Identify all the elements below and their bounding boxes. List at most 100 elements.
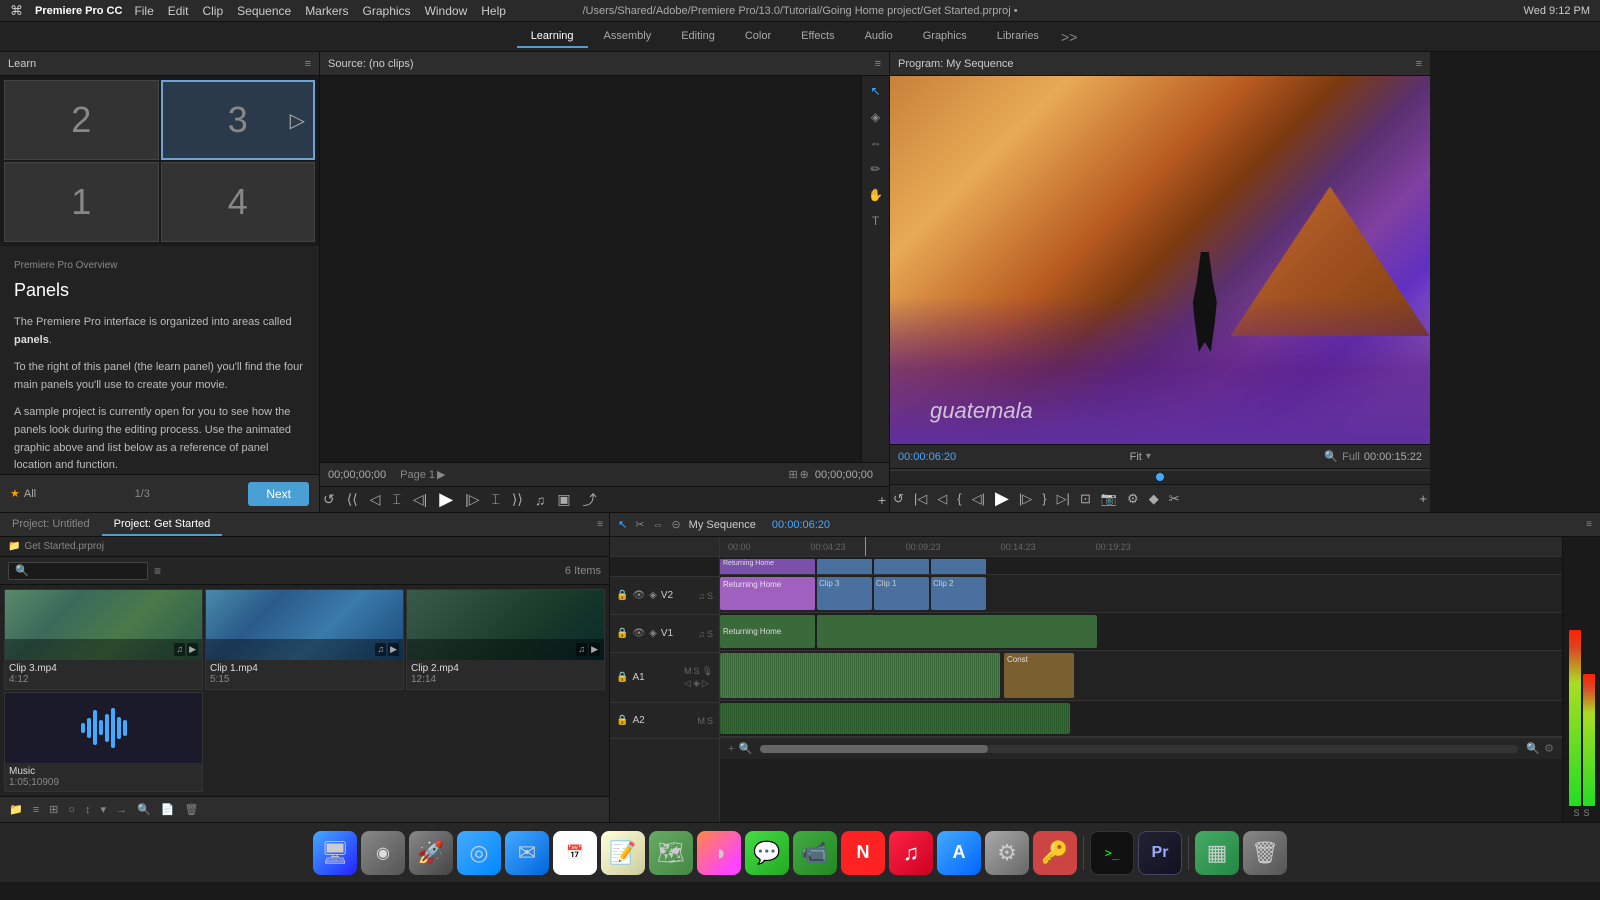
prog-play-btn[interactable]: ▶ (992, 488, 1012, 509)
dock-messages[interactable]: 💬 (745, 831, 789, 875)
dock-safari[interactable]: ◎ (457, 831, 501, 875)
a2-solo-icon[interactable]: S (707, 716, 713, 726)
source-tool-razor[interactable]: ◈ (865, 106, 887, 128)
v1-sync-icon[interactable]: ◈ (649, 628, 657, 639)
tl-foot-settings[interactable]: ⚙ (1544, 742, 1554, 755)
tl-razor-icon[interactable]: ✂ (635, 518, 644, 531)
v2-snap-returning[interactable]: Returning Home (720, 559, 815, 575)
v1-solo-icon[interactable]: S (707, 629, 713, 639)
project-item-clip3[interactable]: ♫ ▶ Clip 3.mp4 4:12 (4, 589, 203, 690)
prog-export-frame-btn[interactable]: 📷 (1098, 491, 1120, 507)
tl-foot-zoom-out[interactable]: 🔍 (738, 742, 752, 755)
tab-editing[interactable]: Editing (667, 26, 729, 48)
v2-snap-clip2[interactable] (931, 559, 986, 575)
prog-prev-edit-btn[interactable]: |◁ (911, 491, 930, 507)
audio-clip-a1-main[interactable] (720, 653, 1000, 698)
prog-add-btn[interactable]: + (1416, 491, 1430, 506)
source-tool-select[interactable]: ↖ (865, 80, 887, 102)
menu-markers[interactable]: Markers (305, 4, 348, 18)
src-btn-step-back[interactable]: ◁ (367, 491, 384, 508)
prog-mark-in-btn[interactable]: { (954, 491, 964, 506)
proj-list-view-btn[interactable]: ≡ (30, 804, 42, 816)
source-tool-pen[interactable]: ✏ (865, 158, 887, 180)
prog-step-fwd-btn[interactable]: |▷ (1016, 491, 1035, 507)
play-icon[interactable]: ▷ (290, 108, 305, 133)
source-settings-icon[interactable]: ⊕ (800, 468, 809, 481)
source-menu-icon[interactable]: ≡ (875, 58, 881, 70)
dock-terminal[interactable]: >_ (1090, 831, 1134, 875)
apple-logo-icon[interactable]: ⌘ (10, 3, 23, 19)
v1-eye-icon[interactable]: 👁 (632, 628, 645, 639)
v2-mute-icon[interactable]: ♫ (698, 591, 705, 601)
dock-appstore[interactable]: A (937, 831, 981, 875)
prog-mark-out-btn[interactable]: } (1039, 491, 1049, 506)
clip-v1-main[interactable] (817, 615, 1097, 648)
src-btn-mark-out[interactable]: ⌶ (489, 491, 503, 508)
prog-next-edit-btn[interactable]: ▷| (1054, 491, 1073, 507)
clip-v2-clip3[interactable]: Clip 3 (817, 577, 872, 610)
tab-graphics[interactable]: Graphics (909, 26, 981, 48)
all-link[interactable]: ★ All (10, 487, 36, 500)
tab-project-get-started[interactable]: Project: Get Started (102, 513, 223, 536)
prog-settings-btn[interactable]: ⚙ (1124, 491, 1142, 507)
project-panel-menu-icon[interactable]: ≡ (597, 519, 609, 530)
tl-foot-zoom-in[interactable]: 🔍 (1526, 742, 1540, 755)
tutorial-thumb-3[interactable]: 3 ▷ (161, 80, 316, 160)
program-zoom-icon[interactable]: 🔍 (1324, 450, 1338, 463)
proj-new-item-btn[interactable]: 📄 (158, 803, 178, 816)
menu-sequence[interactable]: Sequence (237, 4, 291, 18)
menu-clip[interactable]: Clip (202, 4, 223, 18)
project-item-clip1[interactable]: ♫ ▶ Clip 1.mp4 5:15 (205, 589, 404, 690)
prog-step-back2-btn[interactable]: ◁| (969, 491, 988, 507)
dock-sysprefs[interactable]: ⚙ (985, 831, 1029, 875)
program-fit-dropdown[interactable]: Fit ▾ (1130, 451, 1151, 463)
dock-launchpad[interactable]: 🚀 (409, 831, 453, 875)
project-item-clip2[interactable]: ♫ ▶ Clip 2.mp4 12:14 (406, 589, 605, 690)
src-btn-next-edit[interactable]: ⟩⟩ (509, 491, 526, 508)
dock-finder[interactable]: 🖥 (313, 831, 357, 875)
tutorial-thumb-4[interactable]: 4 (161, 162, 316, 242)
tab-color[interactable]: Color (731, 26, 785, 48)
src-btn-audio[interactable]: ♫ (532, 492, 549, 508)
tab-learning[interactable]: Learning (517, 26, 588, 48)
prog-trim-btn[interactable]: ✂ (1166, 491, 1183, 507)
v2-snap-clip3[interactable] (817, 559, 872, 575)
a1-balance-icon[interactable]: ◈ (693, 678, 700, 689)
dock-mail[interactable]: ✉ (505, 831, 549, 875)
v2-sync-icon[interactable]: ◈ (649, 590, 657, 601)
src-btn-step-back2[interactable]: ◁| (410, 491, 430, 508)
project-search-input[interactable] (8, 562, 148, 580)
dock-facetime[interactable]: 📹 (793, 831, 837, 875)
audio-clip-a1-const[interactable]: Const (1004, 653, 1074, 698)
tab-libraries[interactable]: Libraries (983, 26, 1053, 48)
clip-v1-returning[interactable]: Returning Home (720, 615, 815, 648)
prog-loop-btn[interactable]: ↺ (890, 491, 907, 507)
menu-help[interactable]: Help (481, 4, 506, 18)
v2-solo-icon[interactable]: S (707, 591, 713, 601)
tutorial-thumb-1[interactable]: 1 (4, 162, 159, 242)
v1-lock-icon[interactable]: 🔒 (616, 628, 628, 639)
menu-edit[interactable]: Edit (168, 4, 189, 18)
v2-lock-icon[interactable]: 🔒 (616, 590, 628, 601)
tutorial-thumb-2[interactable]: 2 (4, 80, 159, 160)
prog-add-marker-btn[interactable]: ◆ (1146, 491, 1162, 507)
tl-zoom-slider[interactable] (760, 745, 1518, 753)
dock-trash[interactable]: 🗑 (1243, 831, 1287, 875)
dock-keepassx[interactable]: 🔑 (1033, 831, 1077, 875)
tl-slide-icon[interactable]: ⊝ (671, 518, 680, 531)
project-list-icon[interactable]: ≡ (154, 564, 161, 578)
dock-notes[interactable]: 📝 (601, 831, 645, 875)
src-btn-export[interactable]: ⤴ (580, 490, 600, 510)
audio-clip-a2[interactable] (720, 703, 1070, 734)
program-timeline-strip[interactable] (890, 468, 1430, 484)
dock-premiere[interactable]: Pr (1138, 831, 1182, 875)
a1-right-icon[interactable]: ▷ (702, 678, 709, 689)
v2-eye-icon[interactable]: 👁 (632, 590, 645, 601)
dock-maps[interactable]: 🗺 (649, 831, 693, 875)
clip-v2-returning[interactable]: Returning Home (720, 577, 815, 610)
source-tool-hand[interactable]: ✋ (865, 184, 887, 206)
tab-effects[interactable]: Effects (787, 26, 848, 48)
project-item-music[interactable]: Music 1:05;10909 (4, 692, 203, 793)
proj-automate-btn[interactable]: → (113, 804, 130, 816)
src-btn-add[interactable]: + (875, 492, 889, 508)
